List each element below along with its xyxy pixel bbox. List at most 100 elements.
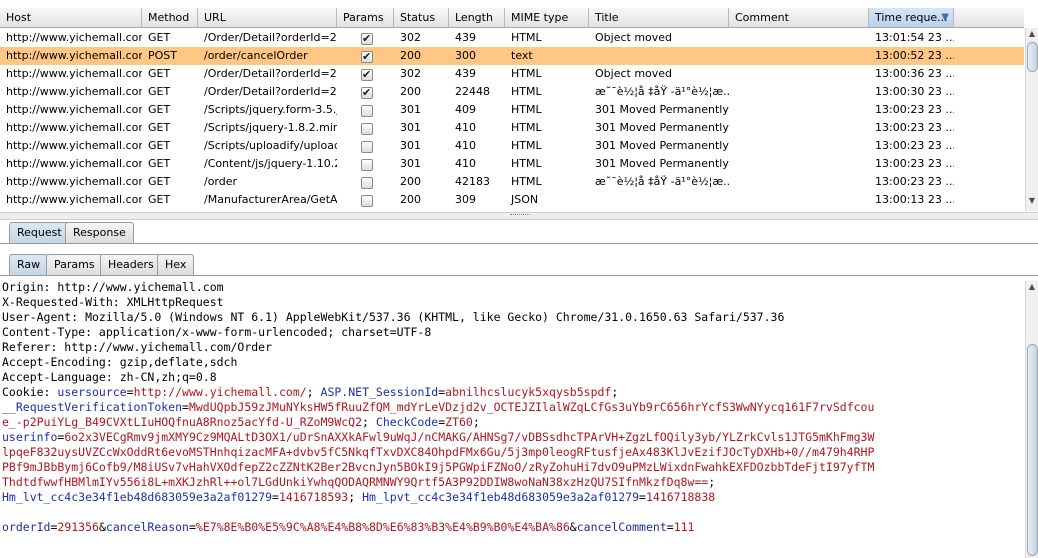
request-line: PBf9mJBbBymj6Cofb9/M8iUSv7vHahVXOdfepZ2c… [2,460,874,475]
params-checked-icon[interactable] [361,48,373,66]
cell-status: 301 [400,121,421,134]
cell-url: /ManufacturerArea/GetA... [204,193,337,206]
cell-method: POST [148,49,177,62]
cell-comment [729,191,869,209]
tab-request[interactable]: Request [9,222,70,243]
params-checked-icon[interactable] [361,66,373,84]
table-row[interactable]: http://www.yichemall.com GET/Order/Detail… [0,65,1024,84]
cell-method: GET [148,67,171,80]
cell-title: æ˜¯è½¦å ‡åŸ -ä¹°è½¦æ... [595,85,729,98]
table-row[interactable]: http://www.yichemall.com GET/Order/Detail… [0,83,1024,102]
splitter-grip-icon[interactable] [510,214,530,218]
cell-host: http://www.yichemall.com [6,175,142,188]
tab-strip-line [0,243,1038,244]
sort-descending-icon[interactable]: ▼ [941,8,949,27]
table-scrollbar[interactable]: ▲ ▼ [1025,28,1038,211]
table-row[interactable]: http://www.yichemall.com GET/Content/js/j… [0,155,1024,173]
cell-length: 409 [455,103,476,116]
cell-url: /order/cancelOrder [204,49,308,62]
cell-comment [729,47,869,65]
params-unchecked-icon[interactable] [361,159,373,171]
cell-status: 200 [400,193,421,206]
request-line: lpqeF832uysUVZCcWxOddRt6evoMSTHnhqizacMF… [2,445,874,460]
params-checked-icon[interactable] [361,84,373,102]
column-mime-type[interactable]: MIME type [505,8,589,27]
cell-host: http://www.yichemall.com [6,157,142,170]
cell-method: GET [148,85,171,98]
tab-params[interactable]: Params [46,254,103,275]
request-token: userinfo [2,430,58,444]
tab-raw[interactable]: Raw [9,254,49,275]
cell-length: 410 [455,157,476,170]
params-unchecked-icon[interactable] [361,141,373,153]
table-row[interactable]: http://www.yichemall.com GET/Scripts/jque… [0,119,1024,137]
cell-status: 200 [400,49,421,62]
cell-status: 302 [400,31,421,44]
request-line: Content-Type: application/x-www-form-url… [2,325,431,340]
table-row[interactable]: http://www.yichemall.com GET/order 200 4218… [0,173,1024,191]
request-line: Accept-Language: zh-CN,zh;q=0.8 [2,370,217,385]
table-row[interactable]: http://www.yichemall.com GET/Scripts/jque… [0,101,1024,119]
column-method[interactable]: Method [142,8,198,27]
cell-mime-type: HTML [511,67,542,80]
sub-tab-strip-line [0,275,1038,276]
tab-headers[interactable]: Headers [100,254,162,275]
split-pane-divider[interactable] [0,212,1038,220]
table-row[interactable]: http://www.yichemall.com POST/order/cance… [0,47,1024,66]
request-token: Hm_lpvt_cc4c3e34f1eb48d683059e3a2af01279 [362,490,640,504]
column-params[interactable]: Params [337,8,394,27]
cell-length: 309 [455,193,476,206]
request-token: 1416718593 [278,490,349,504]
cell-url: /Scripts/uploadify/uploadi... [204,139,337,152]
params-unchecked-icon[interactable] [361,177,373,189]
request-token: = [639,490,646,504]
params-checked-icon[interactable] [361,30,373,48]
column-host[interactable]: Host [0,8,142,27]
table-row[interactable]: http://www.yichemall.com GET/Manufacturer… [0,191,1024,209]
cell-method: GET [148,31,171,44]
table-row[interactable]: http://www.yichemall.com GET/Scripts/uplo… [0,137,1024,155]
column-comment[interactable]: Comment [729,8,869,27]
cell-title: Object moved [595,67,673,80]
request-token: Origin: http://www.yichemall.com [2,280,224,294]
request-token: = [126,385,134,399]
request-token: usersource [57,385,127,399]
scroll-up-icon[interactable]: ▲ [1026,28,1038,40]
cell-mime-type: HTML [511,139,542,152]
table-header: Host Method URL Params Status Length MIM… [0,8,1024,28]
cell-mime-type: text [511,49,533,62]
column-length[interactable]: Length [449,8,505,27]
tab-hex[interactable]: Hex [157,254,195,275]
request-line: e_-p2PuiYLg_B49CVXtLIuHOQfnuA8Rnoz5acYfd… [2,415,480,430]
request-token: & [569,520,577,534]
request-token: User-Agent: Mozilla/5.0 (Windows NT 6.1)… [2,310,785,324]
column-status[interactable]: Status [394,8,449,27]
cell-time: 13:00:36 23 ... [875,67,954,80]
request-token: ThdtdfwwfHBMlmIYv556i8L+mXKJzhRl++ol7LGd… [2,475,709,489]
params-unchecked-icon[interactable] [361,195,373,207]
cell-mime-type: HTML [511,31,542,44]
cell-url: /Order/Detail?orderId=29... [204,31,337,44]
column-url[interactable]: URL [198,8,337,27]
raw-request-editor[interactable]: Origin: http://www.yichemall.com X-Reques… [0,280,1024,558]
editor-scroll-thumb[interactable] [1027,344,1038,556]
editor-scrollbar[interactable]: ▲ [1025,281,1038,558]
request-token: CheckCode [375,415,439,429]
request-line: orderId=291356&cancelReason=%E7%8E%B0%E5… [2,520,694,535]
scroll-down-icon[interactable]: ▼ [1026,195,1038,207]
cell-host: http://www.yichemall.com [6,67,142,80]
tab-response[interactable]: Response [65,222,134,243]
table-row[interactable]: http://www.yichemall.com GET/Order/Detail… [0,29,1024,48]
params-unchecked-icon[interactable] [361,123,373,135]
table-scroll-thumb[interactable] [1027,42,1038,72]
editor-scroll-up-icon[interactable]: ▲ [1026,281,1038,293]
column-title[interactable]: Title [589,8,729,27]
request-token: %E7%8E%B0%E5%9C%A8%E4%B8%8D%E6%83%B3%E4%… [195,520,570,534]
params-unchecked-icon[interactable] [361,105,373,117]
cell-time: 13:00:23 23 ... [875,139,954,152]
request-token: cancelComment [576,520,667,534]
column-time-requested[interactable]: Time reque... ▼ [869,8,954,27]
cell-comment [729,83,869,101]
cell-comment [729,137,869,155]
cell-host: http://www.yichemall.com [6,193,142,206]
